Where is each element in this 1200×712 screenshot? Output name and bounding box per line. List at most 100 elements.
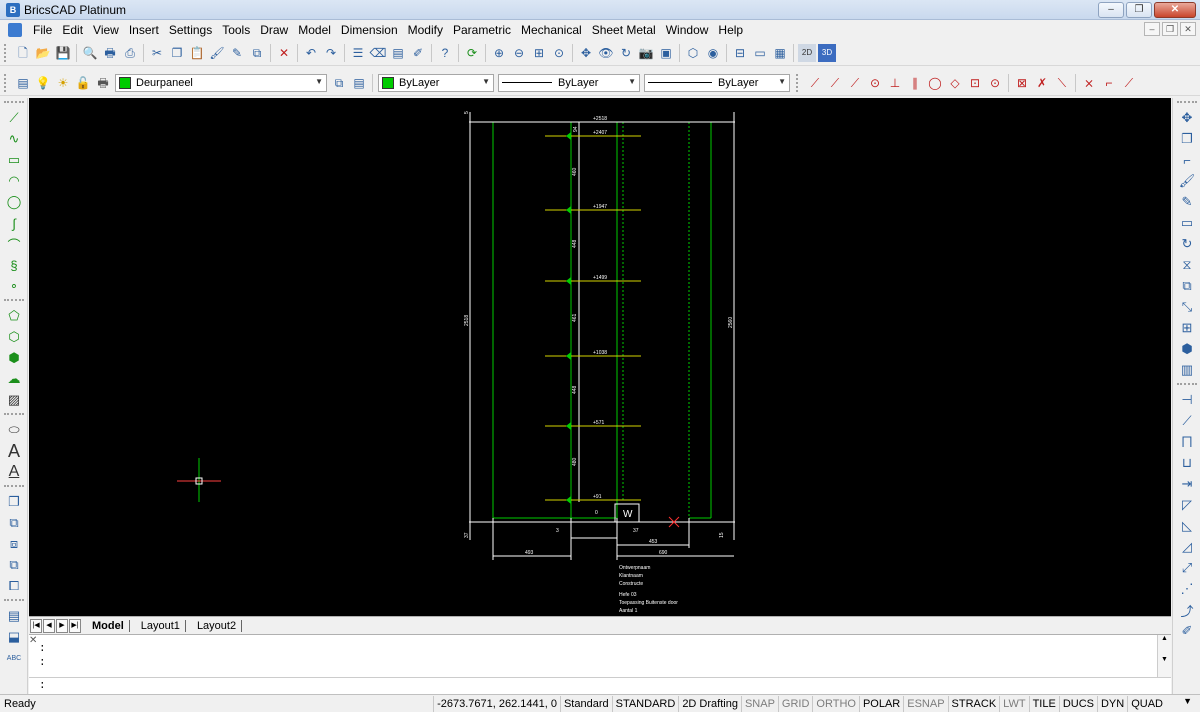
layer-previous-icon[interactable]: ▤ (350, 74, 368, 92)
move-arrows-icon[interactable]: ✥ (1177, 108, 1197, 128)
status-tile[interactable]: TILE (1028, 696, 1059, 712)
last-tab-icon[interactable]: ▶| (69, 618, 81, 633)
menu-help[interactable]: Help (713, 23, 748, 37)
layout-icon[interactable]: ▭ (751, 44, 769, 62)
regen-icon[interactable]: ⟳ (463, 44, 481, 62)
command-input[interactable]: : (29, 677, 1171, 695)
copy-object-icon[interactable]: ❐ (4, 492, 24, 512)
cloud-icon[interactable]: ☁ (4, 369, 24, 389)
edit-vertex-icon[interactable]: ⤢ (1177, 558, 1197, 578)
status-dimstyle[interactable]: STANDARD (611, 696, 679, 712)
snap-extension-icon[interactable]: ⟍ (1053, 74, 1071, 92)
viewport-icon[interactable]: ▦ (771, 44, 789, 62)
print-preview-icon[interactable]: 🔍 (81, 44, 99, 62)
menu-draw[interactable]: Draw (255, 23, 293, 37)
snap-endpoint-icon[interactable]: ⟋ (806, 74, 824, 92)
spellcheck-icon[interactable]: ABC (4, 648, 24, 668)
doc-close-button[interactable]: ✕ (1180, 22, 1196, 36)
menu-parametric[interactable]: Parametric (448, 23, 516, 37)
erase-icon[interactable]: ✐ (1177, 621, 1197, 641)
save-icon[interactable]: 💾 (54, 44, 72, 62)
status-workspace[interactable]: 2D Drafting (678, 696, 741, 712)
help-icon[interactable]: ? (436, 44, 454, 62)
next-tab-icon[interactable]: ▶ (56, 618, 68, 633)
properties-icon[interactable]: ☰ (349, 44, 367, 62)
zoom-window-icon[interactable]: ⊞ (530, 44, 548, 62)
snap-insertion-icon[interactable]: ⊡ (966, 74, 984, 92)
spline-icon[interactable]: ∫ (4, 213, 24, 233)
cut-icon[interactable]: ✂ (148, 44, 166, 62)
status-polar[interactable]: POLAR (858, 696, 903, 712)
snap-node-icon[interactable]: ⊙ (986, 74, 1004, 92)
menu-settings[interactable]: Settings (164, 23, 217, 37)
layer-state-icon[interactable]: ⬓ (4, 627, 24, 647)
toolbar-grip[interactable] (4, 413, 24, 417)
erase-icon[interactable]: ⌫ (369, 44, 387, 62)
toolbar-grip[interactable] (4, 599, 24, 603)
menu-sheet-metal[interactable]: Sheet Metal (587, 23, 661, 37)
block-insert-icon[interactable]: ⬭ (4, 420, 24, 440)
toolbar-grip[interactable] (4, 101, 24, 105)
line-icon[interactable]: ⟋ (4, 108, 24, 128)
move-icon[interactable]: ⧉ (4, 513, 24, 533)
region-icon[interactable]: ⬠ (4, 306, 24, 326)
lightbulb-icon[interactable]: 💡 (34, 74, 52, 92)
printer-icon[interactable]: 🖶 (94, 74, 112, 92)
circle-icon[interactable]: ◯ (4, 192, 24, 212)
toolbar-grip[interactable] (1177, 101, 1197, 105)
array-icon[interactable]: ⧈ (4, 534, 24, 554)
menu-tools[interactable]: Tools (217, 23, 255, 37)
break-icon[interactable]: ⨅ (1177, 432, 1197, 452)
render-icon[interactable]: ▣ (657, 44, 675, 62)
pick-icon[interactable]: ✎ (1177, 192, 1197, 212)
mirror-icon[interactable]: ⧉ (1177, 276, 1197, 296)
delete-icon[interactable]: ✕ (275, 44, 293, 62)
mirror-icon[interactable]: ⧉ (4, 555, 24, 575)
copy-icon[interactable]: ❐ (1177, 129, 1197, 149)
fillet-corner-icon[interactable]: ◺ (1177, 516, 1197, 536)
tiled-view-icon[interactable]: ⊟ (731, 44, 749, 62)
toolbar-grip[interactable] (4, 73, 10, 92)
minimize-button[interactable]: – (1098, 2, 1124, 18)
snap-perpendicular-icon[interactable]: ⊥ (886, 74, 904, 92)
sun-icon[interactable]: ☀ (54, 74, 72, 92)
match-properties-icon[interactable]: 🖌 (208, 44, 226, 62)
edit-spline-icon[interactable]: ⤴ (1177, 600, 1197, 620)
restore-button[interactable]: ❐ (1126, 2, 1152, 18)
window-icon[interactable]: ▭ (1177, 213, 1197, 233)
3d-box-icon[interactable]: ⬡ (684, 44, 702, 62)
snap-parallel-icon[interactable]: ∥ (906, 74, 924, 92)
stretch-icon[interactable]: ⤡ (1177, 297, 1197, 317)
orbit-icon[interactable]: ↻ (617, 44, 635, 62)
zoom-extents-icon[interactable]: ⊙ (550, 44, 568, 62)
text-icon[interactable]: A (4, 441, 24, 461)
tab-model[interactable]: Model (87, 619, 130, 632)
snap-tangent-icon[interactable]: ◯ (926, 74, 944, 92)
arc-icon[interactable]: ◠ (4, 171, 24, 191)
status-menu-arrow-icon[interactable]: ▼ (1183, 696, 1192, 706)
lock-icon[interactable]: 🔓 (74, 74, 92, 92)
snap-midpoint-icon[interactable]: ⟋ (826, 74, 844, 92)
pick-icon[interactable]: ✎ (228, 44, 246, 62)
document-icon[interactable] (8, 23, 22, 37)
tab-layout2[interactable]: Layout2 (192, 619, 243, 632)
close-command-icon[interactable]: ✕ (29, 635, 37, 646)
prev-tab-icon[interactable]: ◀ (43, 618, 55, 633)
fillet-icon[interactable]: ⌐ (1177, 150, 1197, 170)
toolbar-grip[interactable] (4, 43, 10, 62)
new-icon[interactable]: 🗋 (14, 44, 32, 62)
array-icon[interactable]: ⊞ (1177, 318, 1197, 338)
offset-icon[interactable]: ⧠ (4, 576, 24, 596)
menu-modify[interactable]: Modify (403, 23, 448, 37)
plot-icon[interactable]: ⎙ (121, 44, 139, 62)
blend-icon[interactable]: ◿ (1177, 537, 1197, 557)
view-icon[interactable]: 👁 (597, 44, 615, 62)
layer-combo[interactable]: Deurpaneel ▼ (115, 73, 327, 92)
hatch-icon[interactable]: ▨ (4, 390, 24, 410)
status-strack[interactable]: STRACK (947, 696, 1000, 712)
toolbar-grip[interactable] (1177, 383, 1197, 387)
status-lwt[interactable]: LWT (999, 696, 1028, 712)
snap-center-icon[interactable]: ⊙ (866, 74, 884, 92)
status-quad[interactable]: QUAD (1127, 696, 1166, 712)
pan-icon[interactable]: ✥ (577, 44, 595, 62)
